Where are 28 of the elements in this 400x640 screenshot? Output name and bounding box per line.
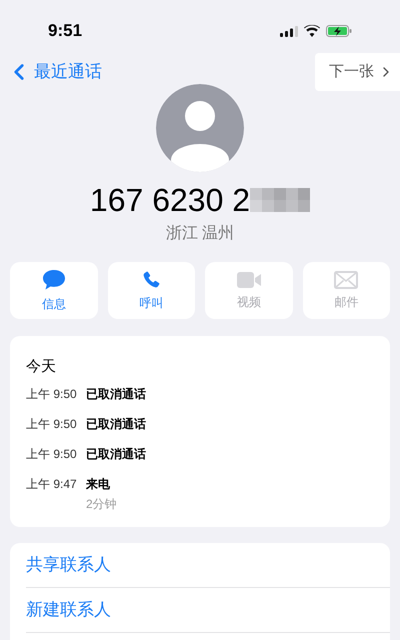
signal-icon bbox=[280, 26, 298, 36]
back-button[interactable]: 最近通话 bbox=[0, 59, 102, 85]
section-heading: 今天 bbox=[26, 357, 57, 377]
call-time: 上午 9:50 bbox=[26, 416, 78, 432]
call-time: 上午 9:50 bbox=[26, 446, 78, 462]
call-type: 已取消通话 bbox=[86, 416, 146, 432]
call-type: 已取消通话 bbox=[86, 386, 146, 402]
speech-bubble-icon bbox=[42, 268, 66, 290]
contact-link[interactable]: 共享联系人 bbox=[26, 542, 390, 588]
video-camera-icon bbox=[236, 270, 262, 288]
clock-time: 9:51 bbox=[48, 20, 82, 42]
phone-icon bbox=[141, 270, 162, 290]
next-button[interactable]: 下一张 bbox=[315, 53, 400, 91]
action-button[interactable]: 呼叫 bbox=[108, 262, 195, 319]
location-label: 浙江 温州 bbox=[166, 224, 234, 244]
wifi-icon bbox=[304, 25, 320, 37]
redaction-mosaic bbox=[250, 188, 310, 212]
call-duration: 2分钟 bbox=[86, 496, 117, 512]
call-time: 上午 9:50 bbox=[26, 386, 78, 402]
contact-link[interactable]: 新建联系人 bbox=[26, 588, 390, 632]
battery-charging-icon bbox=[326, 25, 352, 37]
avatar-icon bbox=[156, 84, 244, 172]
action-button[interactable]: 信息 bbox=[10, 262, 98, 319]
envelope-icon bbox=[334, 270, 358, 288]
call-type: 来电 bbox=[86, 476, 111, 492]
phone-number: 167 6230 2 bbox=[90, 181, 250, 220]
call-time: 上午 9:47 bbox=[26, 476, 78, 492]
call-type: 已取消通话 bbox=[86, 446, 146, 462]
